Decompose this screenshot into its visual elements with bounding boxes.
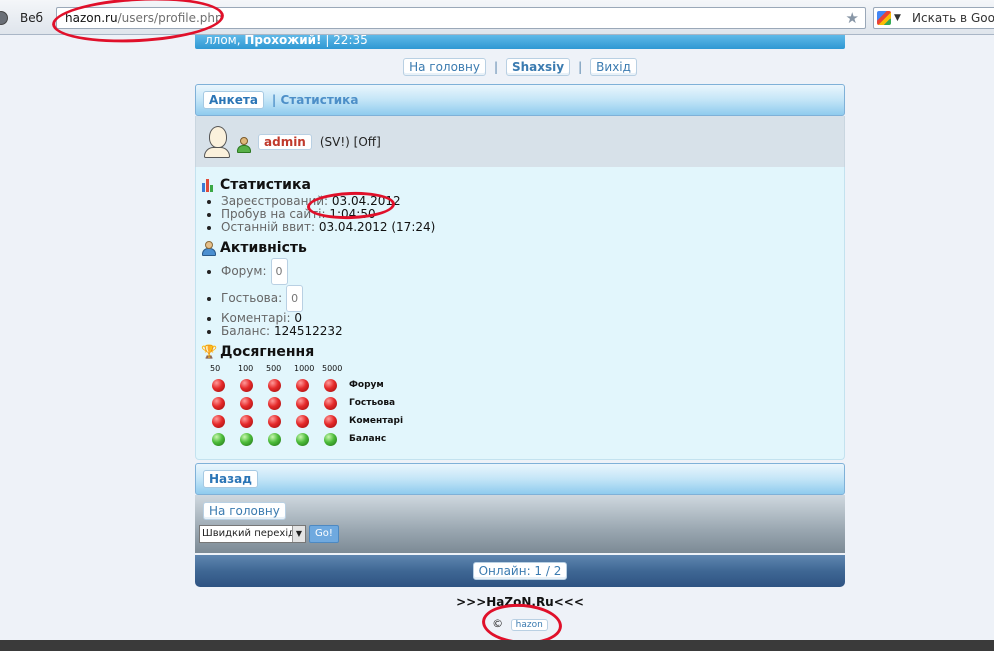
footer-home-button[interactable]: На головну — [203, 502, 286, 520]
red-ball-icon — [240, 378, 253, 392]
comments-count: 0 — [294, 311, 302, 325]
list-item: Останній ввит: 03.04.2012 (17:24) — [221, 221, 839, 234]
user-online-icon — [236, 136, 252, 153]
threshold-label: 500 — [266, 364, 282, 373]
achievement-row: Баланс — [212, 430, 839, 448]
red-ball-icon — [324, 414, 337, 428]
list-item: Гостьова:0 — [221, 285, 839, 312]
red-ball-icon — [268, 396, 281, 410]
user-status: (SV!) [Off] — [319, 134, 381, 149]
threshold-label: 5000 — [322, 364, 343, 373]
page-container: ллом, Прохожий! | 22:35 На головну | Sha… — [195, 35, 845, 631]
forum-count-button[interactable]: 0 — [270, 258, 288, 285]
green-ball-icon — [268, 432, 281, 446]
avatar — [204, 125, 230, 158]
activity-title: Активність — [220, 240, 307, 256]
achievement-row-label: Форум — [349, 380, 384, 390]
red-ball-icon — [268, 414, 281, 428]
green-ball-icon — [324, 432, 337, 446]
red-ball-icon — [268, 378, 281, 392]
search-placeholder: Искать в Google — [912, 11, 994, 25]
profile-tabs: Анкета | Статистика — [195, 84, 845, 116]
red-ball-icon — [296, 396, 309, 410]
green-ball-icon — [296, 432, 309, 446]
tab-statistics[interactable]: | Статистика — [272, 93, 359, 107]
search-box[interactable]: ▼ Искать в Google — [873, 7, 994, 29]
red-ball-icon — [296, 414, 309, 428]
threshold-label: 1000 — [294, 364, 315, 373]
statistics-heading: Статистика — [201, 175, 839, 195]
statistics-list: Зареєстрований: 03.04.2012 Пробув на сай… — [201, 195, 839, 234]
activity-heading: Активність — [201, 238, 839, 258]
achievement-row-label: Коментарі — [349, 416, 404, 426]
bookmark-star-icon[interactable]: ★ — [846, 8, 859, 28]
red-ball-icon — [240, 414, 253, 428]
red-ball-icon — [212, 396, 225, 410]
achievement-row-label: Гостьова — [349, 398, 396, 408]
guestbook-count-button[interactable]: 0 — [286, 285, 304, 312]
statistics-title: Статистика — [220, 177, 311, 193]
red-ball-icon — [212, 378, 225, 392]
greeting-prefix: ллом, — [205, 35, 241, 47]
trophy-icon: 🏆 — [201, 344, 218, 360]
red-ball-icon — [324, 396, 337, 410]
online-bar: Онлайн: 1 / 2 — [195, 555, 845, 587]
back-bar: Назад — [195, 463, 845, 495]
header-bar: ллом, Прохожий! | 22:35 — [195, 35, 845, 49]
quick-jump-value: Швидкий перехід — [202, 528, 296, 539]
taskbar-edge — [0, 640, 994, 651]
red-ball-icon — [324, 378, 337, 392]
username-link[interactable]: admin — [258, 133, 312, 150]
red-ball-icon — [240, 396, 253, 410]
home-button[interactable]: На головну — [403, 57, 486, 76]
user-header: admin (SV!) [Off] — [195, 116, 845, 167]
nav-separator: | — [578, 59, 583, 74]
go-button[interactable]: Go! — [309, 525, 339, 543]
back-button[interactable]: Назад — [203, 470, 258, 488]
achievement-row: Коментарі — [212, 412, 839, 430]
threshold-label: 50 — [210, 364, 221, 373]
activity-list: Форум:0 Гостьова:0 Коментарі: 0 Баланс: … — [201, 258, 839, 338]
achievement-grid: Форум Гостьова Коментарі Баланс — [201, 376, 839, 448]
last-visit: 03.04.2012 (17:24) — [318, 220, 436, 234]
header-time: | 22:35 — [325, 35, 368, 47]
footer-nav: На головну Швидкий перехід ▼ Go! — [195, 495, 845, 553]
green-ball-icon — [240, 432, 253, 446]
bar-chart-icon — [201, 178, 216, 193]
quick-jump-row: Швидкий перехід ▼ Go! — [199, 525, 845, 543]
red-ball-icon — [296, 378, 309, 392]
green-ball-icon — [212, 432, 225, 446]
red-ball-icon — [212, 414, 225, 428]
online-counter-button[interactable]: Онлайн: 1 / 2 — [472, 562, 568, 580]
achievement-row: Форум — [212, 376, 839, 394]
achievements-title: Досягнення — [220, 344, 315, 360]
profile-content: Статистика Зареєстрований: 03.04.2012 Пр… — [195, 167, 845, 460]
guest-name: Прохожий! — [244, 35, 322, 47]
balance-value: 124512232 — [273, 324, 343, 338]
exit-button[interactable]: Вихід — [590, 57, 637, 76]
list-item: Форум:0 — [221, 258, 839, 285]
achievement-row: Гостьова — [212, 394, 839, 412]
user-activity-icon — [201, 240, 216, 256]
threshold-label: 100 — [238, 364, 254, 373]
main-nav: На головну | Shaxsiy | Вихід — [195, 49, 845, 84]
quick-jump-select[interactable]: Швидкий перехід ▼ — [199, 525, 306, 543]
chevron-down-icon[interactable]: ▼ — [292, 526, 305, 542]
nav-separator: | — [493, 59, 498, 74]
tab-profile[interactable]: Анкета — [203, 91, 264, 109]
user-cabinet-button[interactable]: Shaxsiy — [506, 57, 571, 76]
achievements-heading: 🏆 Досягнення — [201, 342, 839, 362]
google-icon[interactable] — [877, 11, 891, 25]
achievement-thresholds: 50 100 500 1000 5000 — [210, 364, 839, 376]
chevron-down-icon[interactable]: ▼ — [894, 8, 901, 28]
web-tab-label[interactable]: Веб — [20, 11, 43, 25]
achievement-row-label: Баланс — [349, 434, 387, 444]
list-item: Баланс: 124512232 — [221, 325, 839, 338]
back-icon[interactable] — [0, 11, 8, 25]
user-cabinet-label: Shaxsiy — [512, 59, 565, 74]
